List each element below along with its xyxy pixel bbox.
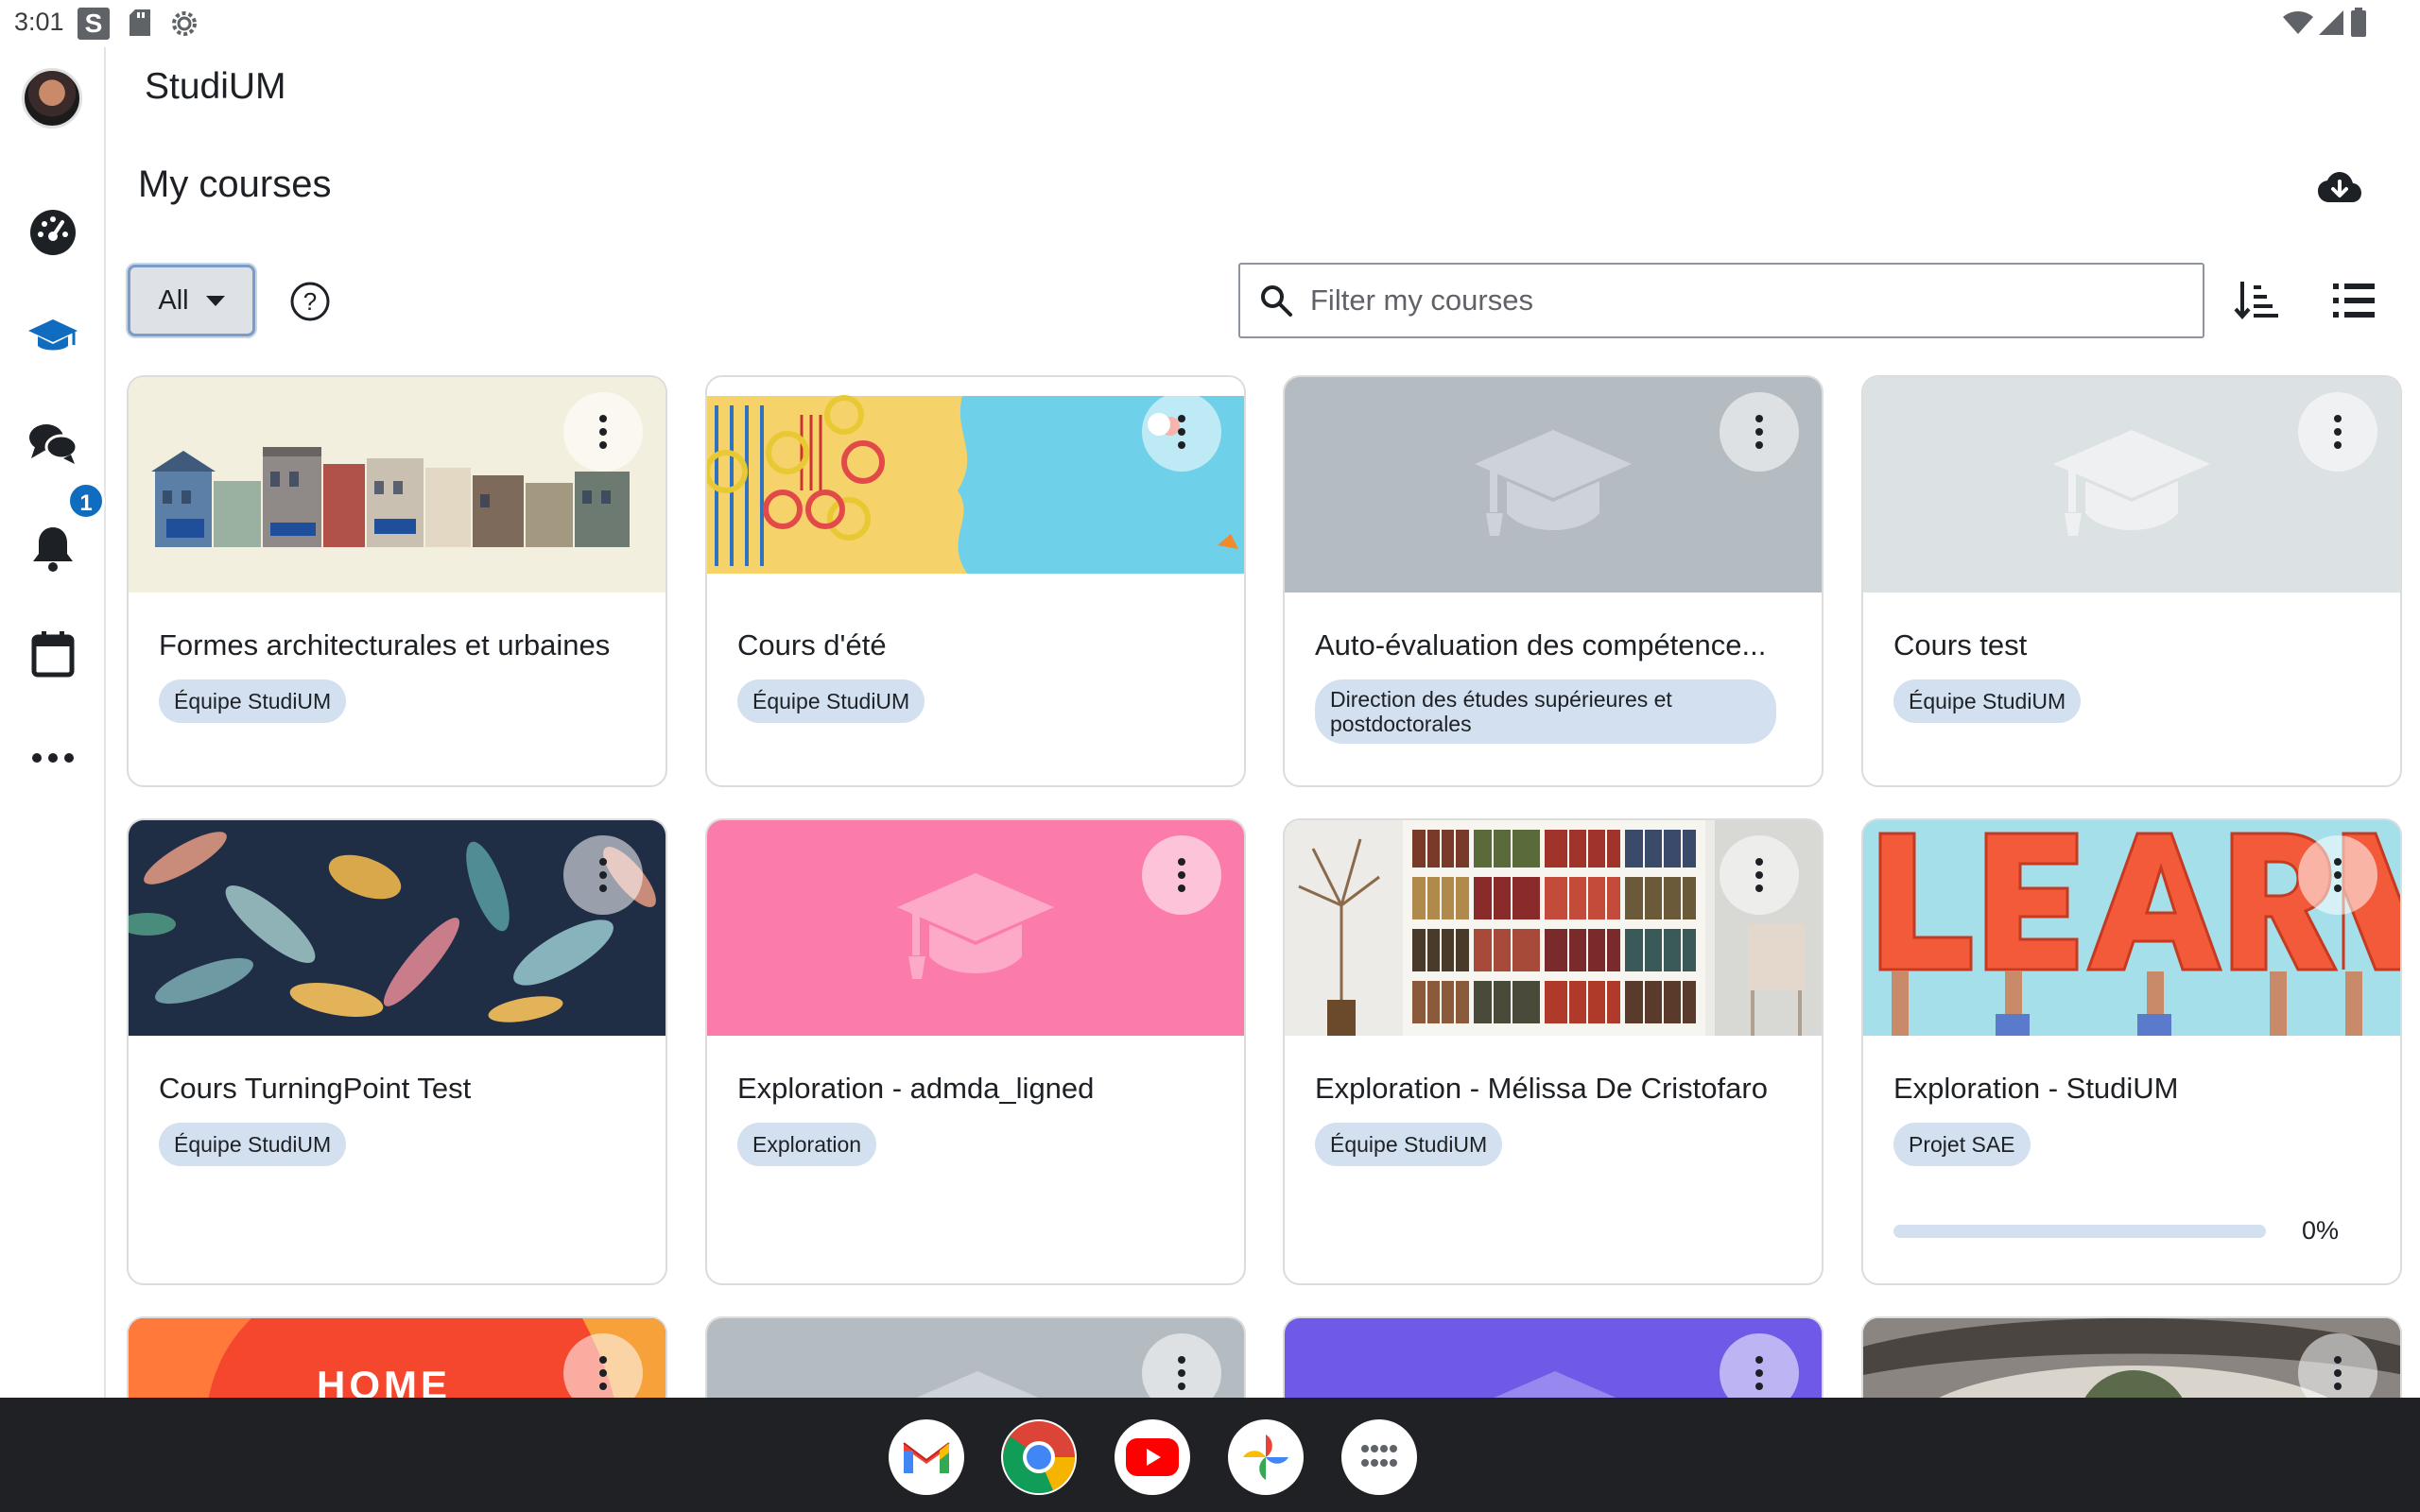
course-title[interactable]: Exploration - StudiUM	[1893, 1072, 2376, 1106]
youtube-app[interactable]	[1115, 1419, 1190, 1495]
graduation-cap-icon	[1475, 430, 1632, 536]
youtube-icon	[1126, 1438, 1179, 1476]
course-category-badge: Équipe StudiUM	[1315, 1123, 1503, 1166]
sort-icon[interactable]	[2231, 274, 2284, 327]
taskbar	[0, 1398, 2420, 1512]
s-app-icon: S	[78, 8, 110, 40]
caret-down-icon	[205, 295, 225, 306]
notifications-icon	[33, 527, 73, 572]
course-search-input[interactable]	[1310, 284, 2161, 318]
app-launcher[interactable]	[1341, 1419, 1417, 1495]
calendar-icon	[31, 631, 75, 678]
help-icon[interactable]: ?	[289, 281, 331, 322]
status-time: 3:01	[14, 8, 64, 36]
sidebar-item-messages[interactable]	[25, 414, 81, 471]
course-card[interactable]: Exploration - StudiUM Projet SAE 0%	[1861, 818, 2402, 1285]
course-menu-button[interactable]	[2298, 392, 2377, 472]
status-bar: 3:01 S	[0, 0, 2420, 47]
settings-gear-icon	[172, 11, 197, 36]
page-title: My courses	[138, 163, 332, 205]
sidebar-item-dashboard[interactable]	[25, 204, 81, 261]
app-title: StudiUM	[145, 66, 286, 107]
course-progress-label: 0%	[2302, 1216, 2340, 1245]
course-category-badge: Équipe StudiUM	[159, 679, 347, 723]
course-title[interactable]: Cours d'été	[737, 628, 1219, 662]
course-menu-button[interactable]	[2298, 835, 2377, 915]
course-card[interactable]: Cours TurningPoint Test Équipe StudiUM	[127, 818, 667, 1285]
course-category-badge: Exploration	[737, 1123, 877, 1166]
chrome-icon	[1003, 1421, 1076, 1494]
course-title[interactable]: Exploration - admda_ligned	[737, 1072, 1219, 1106]
grouping-dropdown-label: All	[158, 284, 189, 316]
sidebar-item-more[interactable]	[25, 730, 81, 786]
battery-icon	[2351, 8, 2366, 37]
chrome-app[interactable]	[1001, 1419, 1077, 1495]
course-card[interactable]: Exploration - Mélissa De Cristofaro Équi…	[1283, 818, 1824, 1285]
wifi-icon	[2283, 11, 2313, 34]
notification-count-badge: 1	[67, 482, 105, 520]
course-category-badge: Équipe StudiUM	[159, 1123, 347, 1166]
app-launcher-icon	[1361, 1445, 1397, 1467]
dashboard-icon	[30, 210, 76, 255]
search-icon	[1261, 285, 1292, 317]
course-card[interactable]: Exploration - admda_ligned Exploration	[705, 818, 1246, 1285]
svg-text:?: ?	[303, 287, 317, 316]
course-category-badge: Projet SAE	[1893, 1123, 2031, 1166]
course-search-field[interactable]	[1238, 263, 2204, 338]
course-menu-button[interactable]	[1720, 392, 1799, 472]
course-menu-button[interactable]	[1720, 835, 1799, 915]
gmail-app[interactable]	[889, 1419, 964, 1495]
graduation-cap-icon	[897, 873, 1054, 979]
course-category-badge: Équipe StudiUM	[737, 679, 925, 723]
sidebar: 1	[0, 47, 106, 1399]
sidebar-item-my-courses[interactable]	[25, 308, 81, 365]
course-card[interactable]: Formes architecturales et urbaines Équip…	[127, 375, 667, 787]
course-title[interactable]: Auto-évaluation des compétence...	[1315, 628, 1797, 662]
course-title[interactable]: Formes architecturales et urbaines	[159, 628, 641, 662]
list-view-icon[interactable]	[2327, 274, 2380, 327]
my-courses-icon	[28, 319, 78, 351]
download-courses-button[interactable]	[2310, 159, 2369, 217]
messages-icon	[29, 424, 78, 464]
course-progress-bar	[1893, 1225, 2266, 1238]
avatar[interactable]	[22, 68, 82, 129]
signal-icon	[2319, 10, 2343, 35]
course-card[interactable]: Cours d'été Équipe StudiUM	[705, 375, 1246, 787]
course-menu-button[interactable]	[1142, 392, 1221, 472]
course-title[interactable]: Exploration - Mélissa De Cristofaro	[1315, 1072, 1797, 1106]
course-title[interactable]: Cours test	[1893, 628, 2376, 662]
grouping-dropdown[interactable]: All	[128, 265, 255, 336]
course-title[interactable]: Cours TurningPoint Test	[159, 1072, 641, 1106]
course-category-badge: Équipe StudiUM	[1893, 679, 2082, 723]
course-menu-button[interactable]	[1142, 835, 1221, 915]
graduation-cap-icon	[2053, 430, 2210, 536]
photos-app[interactable]	[1228, 1419, 1304, 1495]
photos-icon	[1243, 1435, 1288, 1480]
course-card[interactable]: Cours test Équipe StudiUM	[1861, 375, 2402, 787]
course-menu-button[interactable]	[563, 835, 643, 915]
course-menu-button[interactable]	[563, 392, 643, 472]
course-category-badge: Direction des études supérieures et post…	[1315, 679, 1776, 744]
course-card[interactable]: Auto-évaluation des compétence... Direct…	[1283, 375, 1824, 787]
sd-card-icon	[130, 9, 150, 36]
more-icon	[32, 753, 74, 763]
cloud-download-icon	[2318, 172, 2361, 202]
sidebar-item-notifications[interactable]	[25, 520, 81, 576]
sidebar-item-calendar[interactable]	[25, 626, 81, 682]
gmail-icon	[903, 1442, 950, 1473]
